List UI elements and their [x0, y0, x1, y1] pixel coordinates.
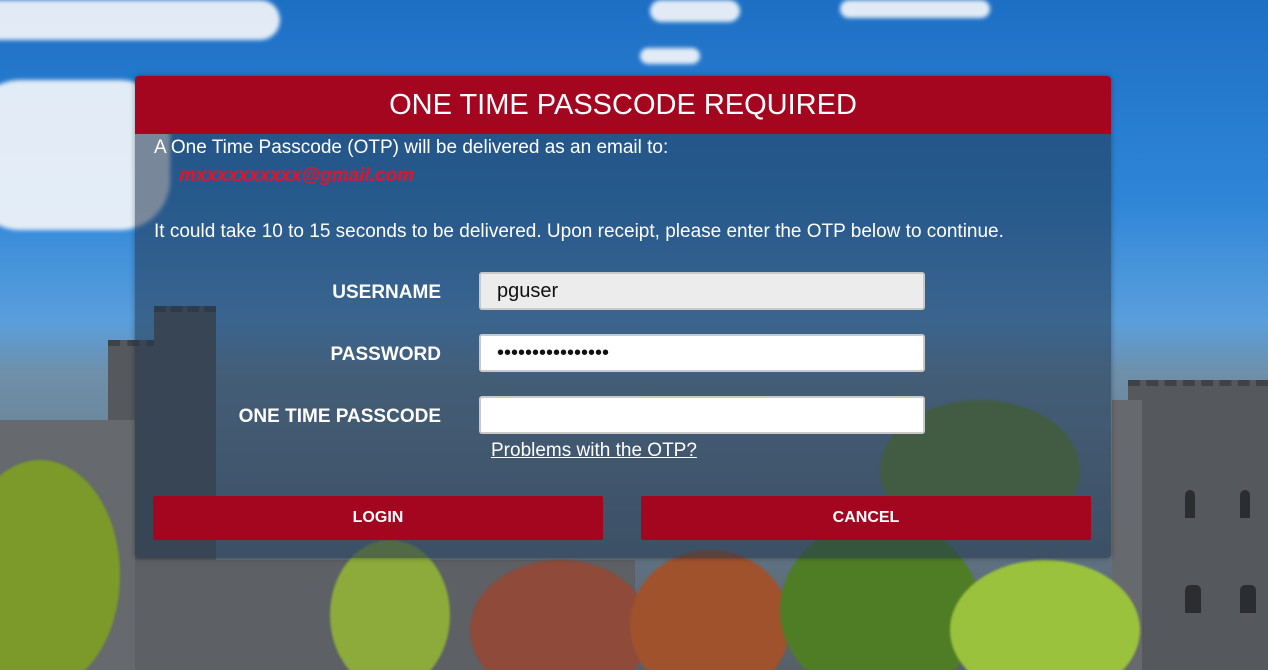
- cloud: [650, 0, 740, 22]
- castle-window: [1240, 490, 1250, 518]
- castle-window: [1185, 585, 1201, 613]
- password-label: PASSWORD: [330, 344, 441, 365]
- otp-label: ONE TIME PASSCODE: [238, 406, 441, 427]
- otp-field[interactable]: [479, 396, 925, 434]
- cancel-button[interactable]: CANCEL: [641, 496, 1091, 540]
- otp-email-address: mxxxxxxxxxx@gmail.com: [179, 165, 415, 186]
- castle-window: [1185, 490, 1195, 518]
- otp-dialog: ONE TIME PASSCODE REQUIRED A One Time Pa…: [135, 76, 1111, 558]
- otp-intro-text: A One Time Passcode (OTP) will be delive…: [154, 137, 669, 158]
- tree: [630, 550, 790, 670]
- password-field[interactable]: [479, 334, 925, 372]
- castle-tower: [1128, 380, 1268, 670]
- login-page: ONE TIME PASSCODE REQUIRED A One Time Pa…: [0, 0, 1268, 670]
- dialog-title: ONE TIME PASSCODE REQUIRED: [135, 76, 1111, 134]
- otp-delivery-note: It could take 10 to 15 seconds to be del…: [154, 221, 1004, 242]
- username-field[interactable]: [479, 272, 925, 310]
- otp-help-link[interactable]: Problems with the OTP?: [491, 440, 697, 462]
- cloud: [640, 48, 700, 64]
- cloud: [0, 0, 280, 40]
- cloud: [840, 0, 990, 18]
- login-button[interactable]: LOGIN: [153, 496, 603, 540]
- username-label: USERNAME: [332, 282, 441, 303]
- castle-window: [1240, 585, 1256, 613]
